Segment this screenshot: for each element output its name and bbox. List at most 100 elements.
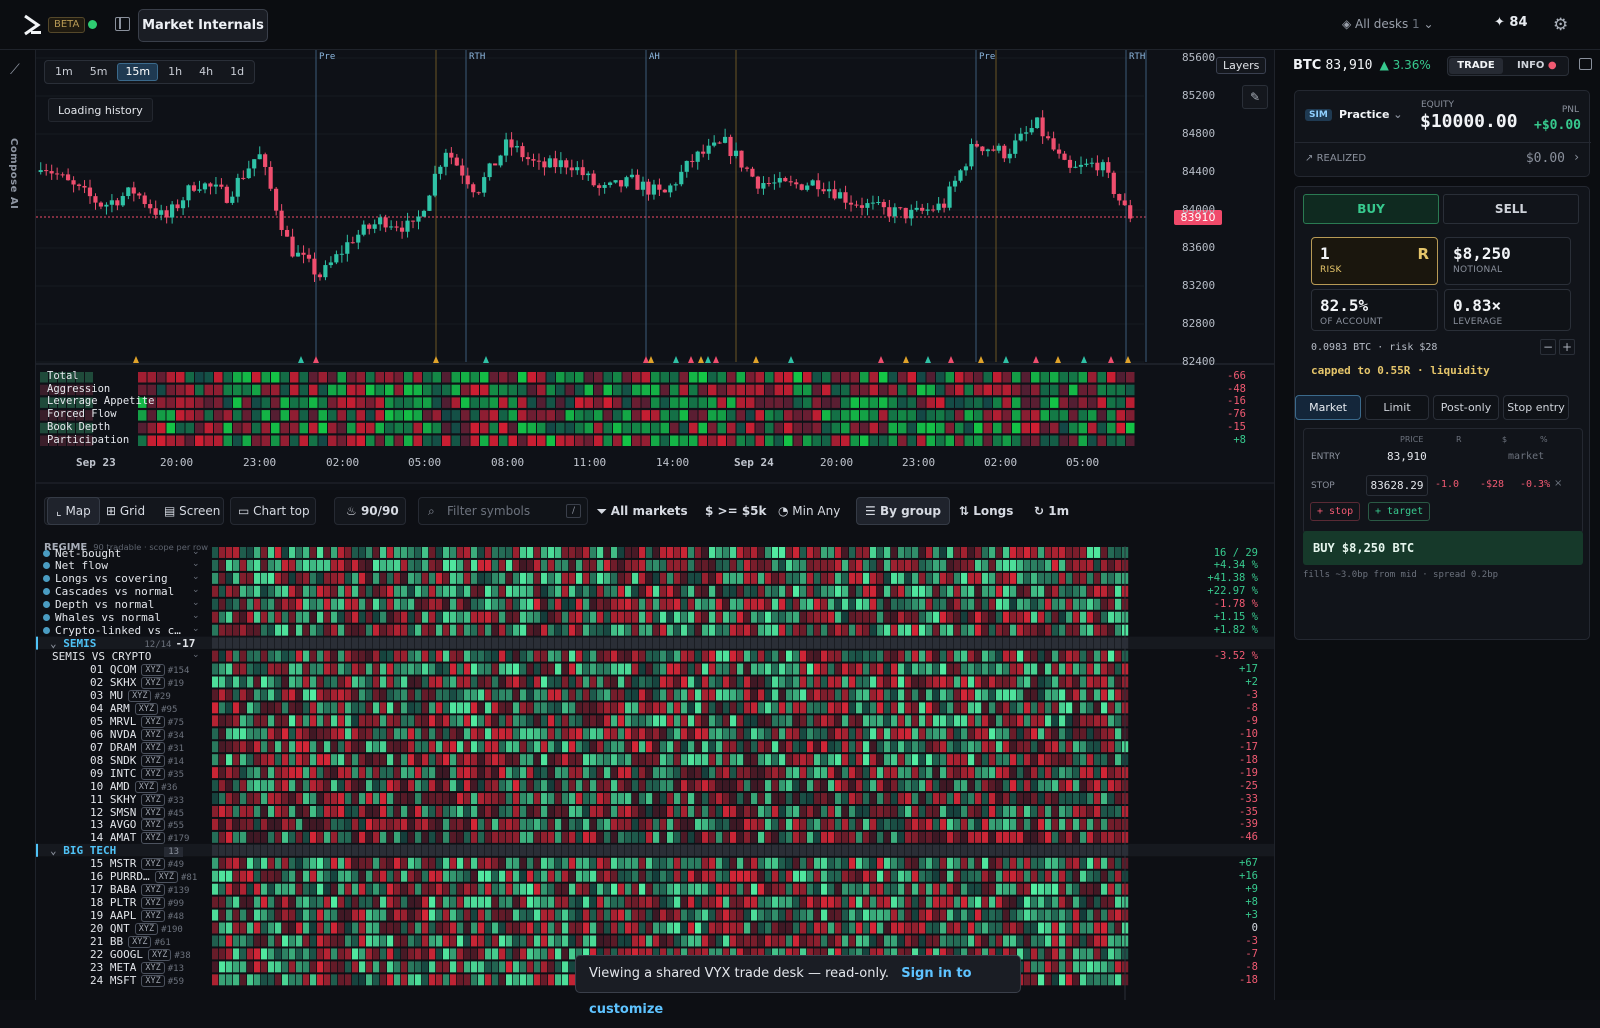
heat-cell <box>814 884 820 895</box>
heat-cell <box>611 638 617 649</box>
heat-cell <box>842 573 848 584</box>
settings-gear-icon[interactable]: ⚙ <box>1553 15 1568 35</box>
heat-cell <box>1066 689 1072 700</box>
internal-cell <box>927 436 936 447</box>
heat-cell <box>1003 845 1009 856</box>
heat-cell <box>828 664 834 675</box>
heat-cell <box>520 845 526 856</box>
heat-cell <box>828 780 834 791</box>
price-chart[interactable]: 1m5m15m1h4h1d Loading history Layers ✎ 8… <box>36 50 1274 490</box>
filter-symbols-input[interactable]: ⌕Filter symbols/ <box>418 497 588 525</box>
chart-top-button[interactable]: ▭ Chart top <box>230 497 318 525</box>
heat-cell <box>331 689 337 700</box>
grid-view-button[interactable]: ⊞ Grid <box>98 497 153 525</box>
heat-cell <box>1038 754 1044 765</box>
heat-cell <box>492 845 498 856</box>
heat-cell <box>597 573 603 584</box>
tradable-count-button[interactable]: ♨ 90/90 <box>338 497 407 525</box>
map-view-button[interactable]: ⌞ Map <box>47 497 100 525</box>
heat-cell <box>324 728 330 739</box>
heat-cell <box>632 547 638 558</box>
timeframe-1d[interactable]: 1d <box>223 63 251 81</box>
heat-cell <box>744 586 750 597</box>
heat-cell <box>527 651 533 662</box>
heat-cell <box>541 638 547 649</box>
internal-cell <box>879 372 888 383</box>
by-group-button[interactable]: ☰ By group <box>856 497 950 525</box>
heat-cell <box>275 547 281 558</box>
heat-cell <box>842 832 848 843</box>
heat-cell <box>226 586 232 597</box>
internal-cell <box>471 385 480 396</box>
heat-cell <box>716 638 722 649</box>
heat-cell <box>303 599 309 610</box>
heat-cell <box>779 741 785 752</box>
score-button[interactable]: ✦ 84 <box>1494 15 1528 30</box>
internal-cell <box>376 410 385 421</box>
heat-cell <box>443 715 449 726</box>
heat-cell <box>471 728 477 739</box>
symbol-heatmap[interactable]: REGIME90 tradable · scope per row Net-bo… <box>36 532 1274 1000</box>
heat-cell <box>814 767 820 778</box>
min-any-button[interactable]: ◔ Min Any <box>770 497 848 525</box>
timeframe-4h[interactable]: 4h <box>192 63 220 81</box>
heat-cell <box>772 780 778 791</box>
timeframe-1h[interactable]: 1h <box>161 63 189 81</box>
heat-cell <box>534 780 540 791</box>
candlestick-chart[interactable] <box>36 50 1274 490</box>
heat-cell <box>877 573 883 584</box>
desks-selector[interactable]: ◈ All desks 1 ⌄ <box>1342 17 1434 31</box>
internal-cell <box>167 385 176 396</box>
heat-cell <box>1059 560 1065 571</box>
workspace-title-button[interactable]: Market Internals <box>138 9 268 42</box>
heat-cell <box>723 819 729 830</box>
heat-cell <box>877 599 883 610</box>
heat-cell <box>247 754 253 765</box>
timeframe-1m[interactable]: 1m <box>48 63 80 81</box>
wand-icon[interactable]: ⟋ <box>10 62 20 78</box>
heat-cell <box>1059 832 1065 843</box>
heat-cell <box>219 651 225 662</box>
app-logo-icon[interactable] <box>22 14 42 36</box>
heat-cell <box>989 793 995 804</box>
heat-cell <box>303 664 309 675</box>
heat-cell <box>373 741 379 752</box>
heat-cell <box>632 715 638 726</box>
heat-cell <box>331 910 337 921</box>
ruler-tool-icon[interactable]: ✎ <box>1242 85 1268 109</box>
all-markets-button[interactable]: ⏷ All markets <box>589 497 696 525</box>
screen-view-button[interactable]: ▤ Screen <box>156 497 228 525</box>
heat-cell <box>275 819 281 830</box>
internal-cell <box>490 385 499 396</box>
session-label: RTH <box>1129 52 1145 62</box>
sidebar-toggle-icon[interactable] <box>115 17 130 31</box>
heat-cell <box>933 819 939 830</box>
heat-cell <box>975 728 981 739</box>
timeframe-15m[interactable]: 15m <box>117 63 158 81</box>
heat-cell <box>674 819 680 830</box>
compose-ai-button[interactable]: Compose AI <box>8 138 19 209</box>
heat-cell <box>856 767 862 778</box>
timeframe-5m[interactable]: 5m <box>83 63 115 81</box>
internal-cell <box>167 397 176 408</box>
min-size-button[interactable]: $ >= $5k <box>697 497 775 525</box>
sort-longs-button[interactable]: ⇅ Longs <box>951 497 1021 525</box>
heat-cell <box>499 845 505 856</box>
heat-cell <box>730 832 736 843</box>
heatmap-grid[interactable] <box>36 532 1274 1000</box>
heat-cell <box>919 573 925 584</box>
heat-cell <box>667 612 673 623</box>
heat-cell <box>359 599 365 610</box>
heat-cell <box>366 858 372 869</box>
internal-cell <box>680 397 689 408</box>
heat-cell <box>415 715 421 726</box>
refresh-interval-button[interactable]: ↻ 1m <box>1026 497 1077 525</box>
candle-body <box>433 174 437 196</box>
internal-cell <box>281 423 290 434</box>
heat-cell <box>856 793 862 804</box>
heat-cell <box>996 715 1002 726</box>
heat-cell <box>877 910 883 921</box>
internal-cell <box>414 372 423 383</box>
heat-cell <box>317 806 323 817</box>
layers-button[interactable]: Layers <box>1216 57 1266 74</box>
